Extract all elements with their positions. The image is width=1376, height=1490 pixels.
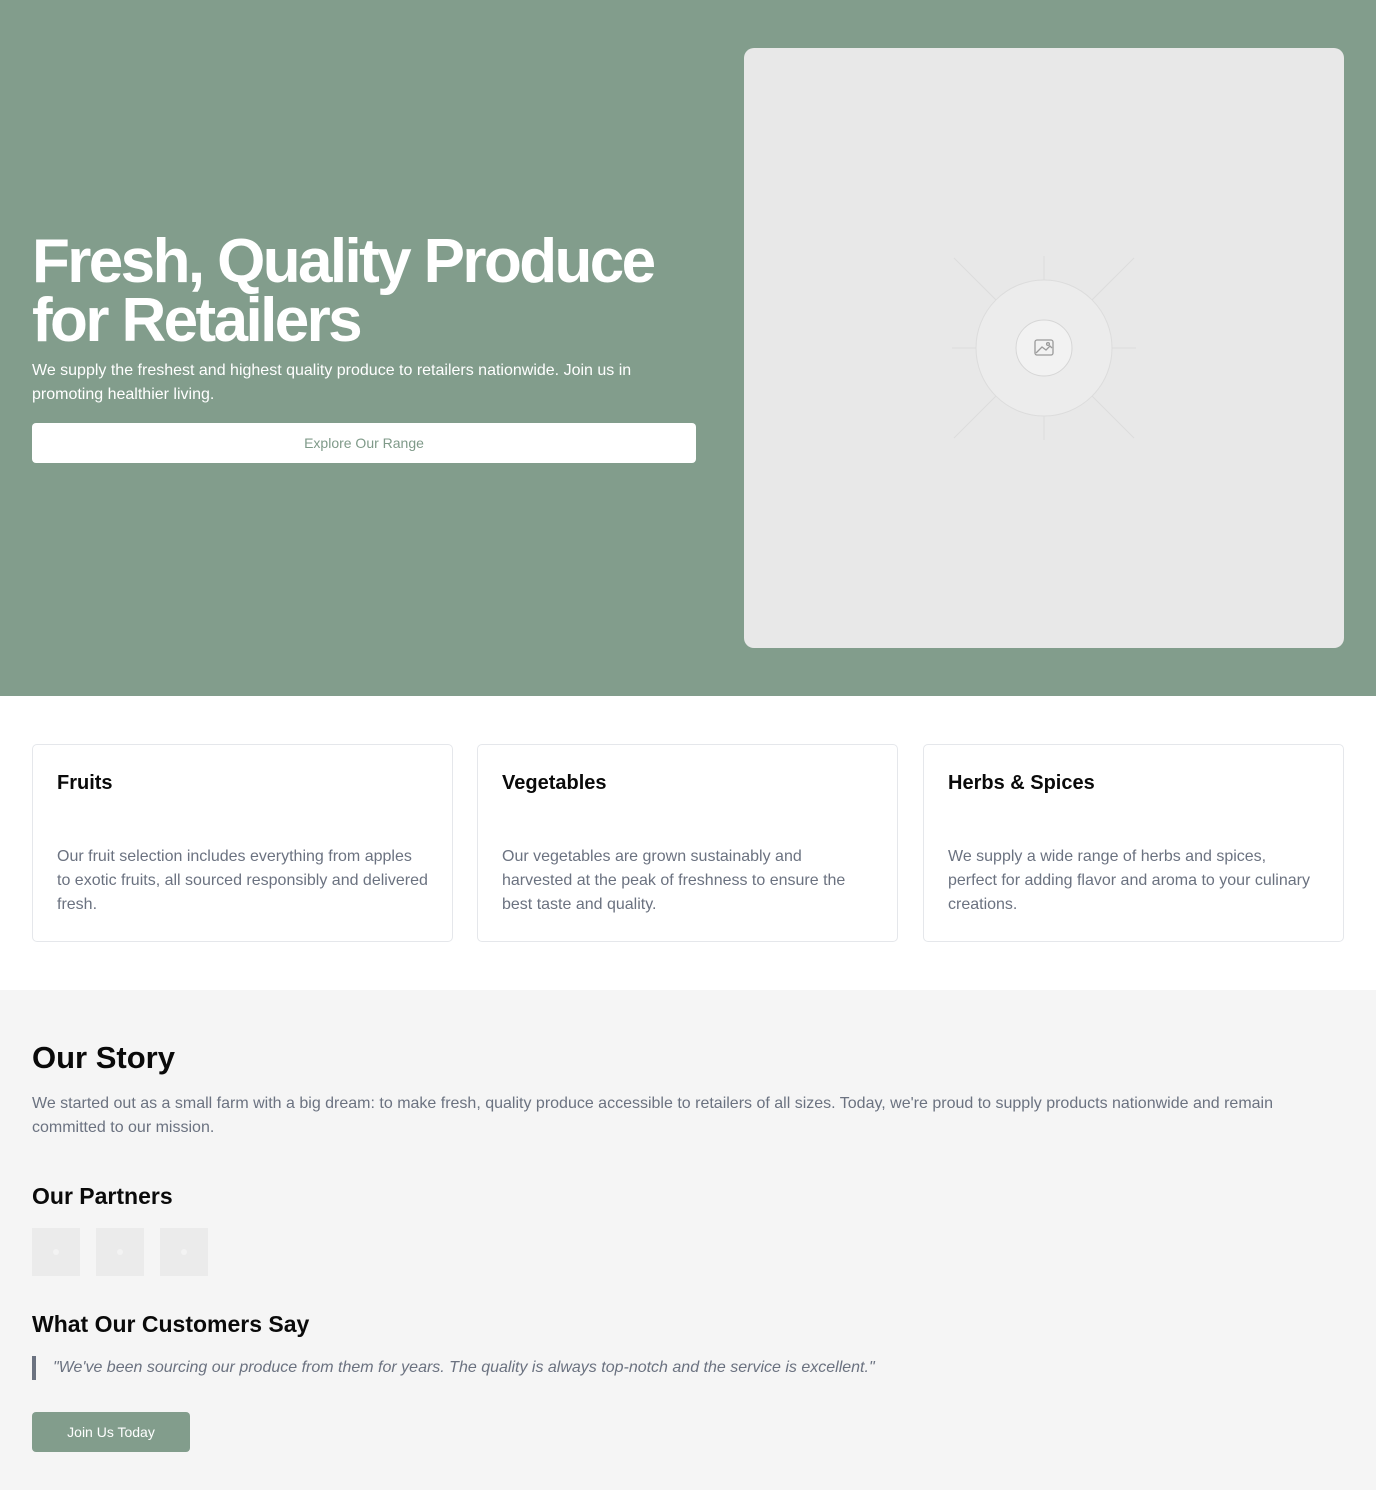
- partner-logos: [32, 1228, 1344, 1276]
- testimonial-quote: "We've been sourcing our produce from th…: [32, 1356, 1344, 1380]
- story-title: Our Story: [32, 1040, 175, 1075]
- category-card-fruits: Fruits Our fruit selection includes ever…: [32, 744, 453, 942]
- category-title: Vegetables: [502, 772, 607, 794]
- category-title: Fruits: [57, 772, 113, 794]
- story-text: We started out as a small farm with a bi…: [32, 1095, 1273, 1136]
- category-title: Herbs & Spices: [948, 772, 1095, 794]
- testimonials-title: What Our Customers Say: [32, 1311, 310, 1337]
- hero-image-placeholder: [744, 48, 1344, 648]
- partner-logo: [96, 1228, 144, 1276]
- join-us-button[interactable]: Join Us Today: [32, 1412, 190, 1452]
- hero-title: Fresh, Quality Produce for Retailers: [32, 227, 656, 355]
- story-section: Our Story We started out as a small farm…: [0, 990, 1376, 1490]
- image-placeholder-icon: [952, 256, 1136, 440]
- partner-logo: [32, 1228, 80, 1276]
- explore-range-button[interactable]: Explore Our Range: [32, 423, 696, 463]
- hero-subtitle: We supply the freshest and highest quali…: [32, 362, 632, 403]
- partners-title: Our Partners: [32, 1183, 173, 1209]
- hero-section: Fresh, Quality Produce for Retailers We …: [0, 0, 1376, 696]
- categories-section: Fruits Our fruit selection includes ever…: [0, 696, 1376, 990]
- category-description: Our vegetables are grown sustainably and…: [502, 848, 846, 913]
- category-card-herbs-spices: Herbs & Spices We supply a wide range of…: [923, 744, 1344, 942]
- hero-content: Fresh, Quality Produce for Retailers We …: [32, 227, 696, 463]
- partner-logo: [160, 1228, 208, 1276]
- category-description: Our fruit selection includes everything …: [57, 848, 428, 913]
- category-card-vegetables: Vegetables Our vegetables are grown sust…: [477, 744, 898, 942]
- category-description: We supply a wide range of herbs and spic…: [948, 848, 1310, 913]
